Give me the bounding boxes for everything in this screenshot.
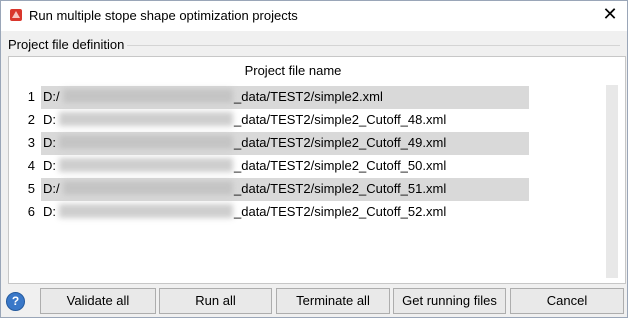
get-running-files-button[interactable]: Get running files — [393, 288, 506, 314]
file-path-prefix: D: — [43, 135, 56, 150]
file-path-prefix: D: — [43, 158, 56, 173]
section-label: Project file definition — [8, 37, 128, 52]
project-file-cell[interactable]: D:/ _data/TEST2/simple2_Cutoff_51.xml — [41, 178, 529, 201]
help-icon[interactable]: ? — [6, 292, 25, 311]
row-number: 5 — [27, 181, 35, 196]
file-path-suffix: _data/TEST2/simple2_Cutoff_48.xml — [234, 112, 447, 127]
row-number: 2 — [27, 112, 35, 127]
project-file-cell[interactable]: D:/ _data/TEST2/simple2.xml — [41, 86, 529, 109]
file-path-prefix: D:/ — [43, 181, 60, 196]
redacted-path — [59, 135, 233, 149]
close-icon[interactable]: ✕ — [598, 4, 622, 26]
table-row[interactable]: 2 D: _data/TEST2/simple2_Cutoff_48.xml — [9, 109, 529, 132]
app-icon — [10, 9, 22, 21]
file-path-prefix: D: — [43, 204, 56, 219]
file-path-prefix: D: — [43, 112, 56, 127]
dialog-window: Run multiple stope shape optimization pr… — [0, 0, 628, 318]
redacted-path — [63, 89, 233, 103]
file-path-suffix: _data/TEST2/simple2_Cutoff_50.xml — [234, 158, 447, 173]
row-number: 6 — [27, 204, 35, 219]
table-row[interactable]: 4 D: _data/TEST2/simple2_Cutoff_50.xml — [9, 155, 529, 178]
redacted-path — [59, 204, 233, 218]
vertical-scrollbar[interactable] — [606, 85, 618, 278]
file-path-suffix: _data/TEST2/simple2.xml — [234, 89, 383, 104]
cancel-button[interactable]: Cancel — [510, 288, 624, 314]
table-row[interactable]: 5 D:/ _data/TEST2/simple2_Cutoff_51.xml — [9, 178, 529, 201]
table-row[interactable]: 1 D:/ _data/TEST2/simple2.xml — [9, 86, 529, 109]
project-file-cell[interactable]: D: _data/TEST2/simple2_Cutoff_50.xml — [41, 155, 529, 178]
button-bar: ? Validate all Run all Terminate all Get… — [1, 285, 627, 317]
row-number: 4 — [27, 158, 35, 173]
run-all-button[interactable]: Run all — [159, 288, 272, 314]
title-bar[interactable]: Run multiple stope shape optimization pr… — [1, 1, 627, 31]
redacted-path — [59, 158, 233, 172]
file-path-suffix: _data/TEST2/simple2_Cutoff_51.xml — [234, 181, 447, 196]
project-file-cell[interactable]: D: _data/TEST2/simple2_Cutoff_48.xml — [41, 109, 529, 132]
project-file-cell[interactable]: D: _data/TEST2/simple2_Cutoff_52.xml — [41, 201, 529, 224]
file-path-suffix: _data/TEST2/simple2_Cutoff_52.xml — [234, 204, 447, 219]
row-number: 3 — [27, 135, 35, 150]
file-path-suffix: _data/TEST2/simple2_Cutoff_49.xml — [234, 135, 447, 150]
table-row[interactable]: 3 D: _data/TEST2/simple2_Cutoff_49.xml — [9, 132, 529, 155]
column-header-project-file-name: Project file name — [244, 63, 342, 78]
file-path-prefix: D:/ — [43, 89, 60, 104]
project-file-table: Project file name 1 D:/ _data/TEST2/simp… — [8, 56, 626, 284]
table-row[interactable]: 6 D: _data/TEST2/simple2_Cutoff_52.xml — [9, 201, 529, 224]
terminate-all-button[interactable]: Terminate all — [276, 288, 390, 314]
redacted-path — [63, 181, 233, 195]
validate-all-button[interactable]: Validate all — [40, 288, 156, 314]
row-number: 1 — [27, 89, 35, 104]
window-title: Run multiple stope shape optimization pr… — [29, 8, 298, 23]
redacted-path — [59, 112, 233, 126]
project-file-cell[interactable]: D: _data/TEST2/simple2_Cutoff_49.xml — [41, 132, 529, 155]
